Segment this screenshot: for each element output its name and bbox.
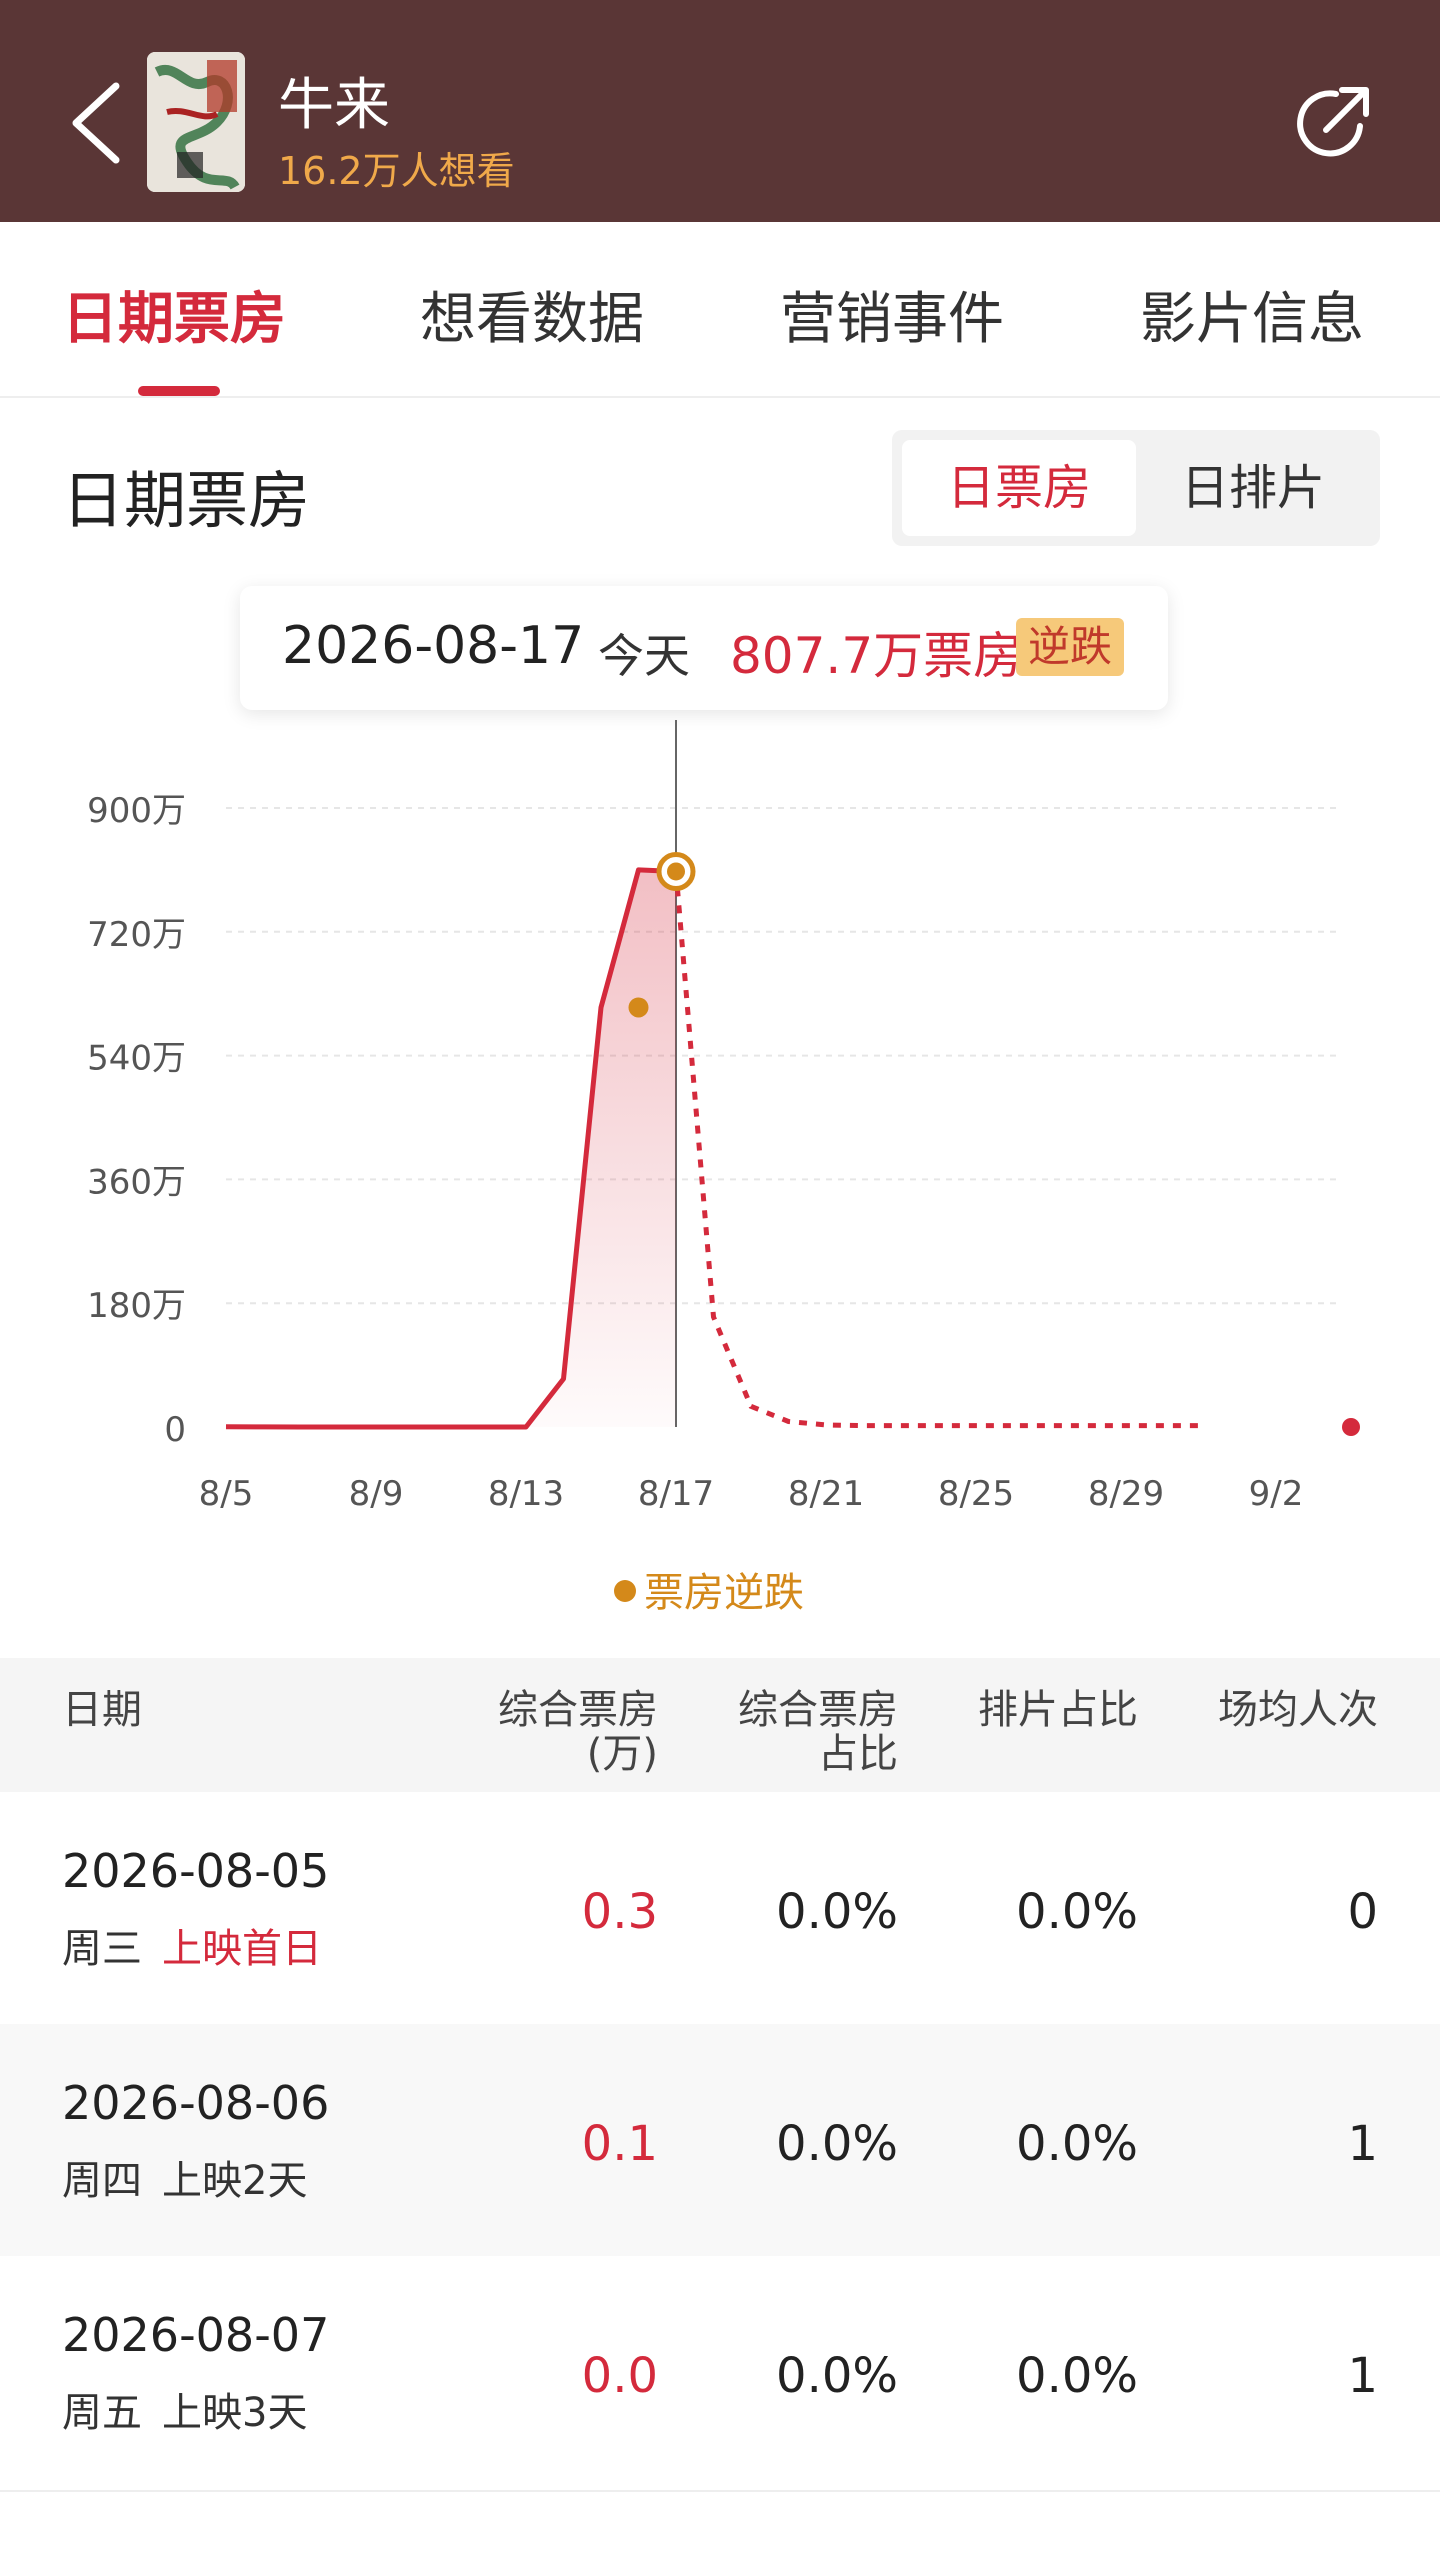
y-tick-label: 720万 [87, 915, 186, 955]
tab-bar: 日期票房 想看数据 营销事件 影片信息 [0, 222, 1440, 398]
x-tick-label: 8/17 [638, 1474, 714, 1514]
tooltip-date: 2026-08-17 [282, 616, 585, 676]
highlight-point [628, 997, 649, 1018]
tab-want-data[interactable]: 想看数据 [420, 274, 644, 355]
row-weekday: 周四 [62, 2158, 142, 2204]
y-tick-label: 900万 [87, 791, 186, 831]
chevron-left-icon[interactable] [62, 78, 132, 168]
row-date: 2026-08-06 [62, 2076, 330, 2130]
row-sub: 周三 上映首日 [62, 1916, 322, 1974]
th-box-office[interactable]: 综合票房 (万) [498, 1688, 658, 1776]
row-sub: 周五 上映3天 [62, 2380, 307, 2438]
tab-active-indicator [138, 386, 220, 396]
x-tick-label: 8/29 [1088, 1474, 1164, 1514]
th-box-office-line1: 综合票房 [498, 1687, 658, 1733]
divider [0, 2490, 1440, 2492]
tooltip-badge: 逆跌 [1016, 618, 1125, 676]
want-count: 16.2万人想看 [278, 149, 515, 193]
row-schedule: 0.0% [1016, 1884, 1138, 1940]
row-box-office: 0.1 [581, 2116, 658, 2172]
tab-film-info[interactable]: 影片信息 [1140, 274, 1364, 355]
table-row[interactable]: 2026-08-07 周五 上映3天 0.0 0.0% 0.0% 1 [0, 2256, 1440, 2488]
chart-legend: 票房逆跌 [614, 1560, 804, 1618]
row-box-office: 0.3 [581, 1884, 658, 1940]
end-point [1342, 1418, 1360, 1436]
th-share[interactable]: 综合票房 占比 [738, 1688, 898, 1776]
x-tick-label: 9/2 [1249, 1474, 1304, 1514]
y-tick-label: 180万 [87, 1286, 186, 1326]
share-icon[interactable] [1290, 82, 1374, 166]
table-header: 日期 综合票房 (万) 综合票房 占比 排片占比 场均人次 [0, 1658, 1440, 1792]
tooltip-today: 今天 [598, 629, 690, 683]
row-share: 0.0% [776, 1884, 898, 1940]
legend-label: 票房逆跌 [644, 1570, 804, 1616]
y-tick-label: 360万 [87, 1162, 186, 1202]
row-avg: 1 [1347, 2116, 1378, 2172]
chart-tooltip: 2026-08-17 今天 807.7万票房 逆跌 [240, 586, 1168, 710]
th-share-line2: 占比 [818, 1731, 898, 1777]
table-row[interactable]: 2026-08-05 周三 上映首日 0.3 0.0% 0.0% 0 [0, 1792, 1440, 2024]
row-share: 0.0% [776, 2348, 898, 2404]
toggle-daily-schedule[interactable]: 日排片 [1136, 440, 1370, 536]
th-schedule[interactable]: 排片占比 [978, 1688, 1138, 1732]
forecast-series-line [673, 871, 1201, 1429]
tooltip-value: 807.7万票房 [730, 627, 1024, 685]
tab-daily-box-office[interactable]: 日期票房 [62, 274, 286, 355]
row-sub: 周四 上映2天 [62, 2148, 307, 2206]
row-date: 2026-08-05 [62, 1844, 330, 1898]
row-schedule: 0.0% [1016, 2116, 1138, 2172]
row-day-label: 上映首日 [162, 1926, 322, 1972]
section-title: 日期票房 [62, 464, 311, 537]
x-tick-label: 8/13 [488, 1474, 564, 1514]
y-tick-label: 540万 [87, 1039, 186, 1079]
row-avg: 1 [1347, 2348, 1378, 2404]
table-row[interactable]: 2026-08-06 周四 上映2天 0.1 0.0% 0.0% 1 [0, 2024, 1440, 2256]
tab-marketing-events[interactable]: 营销事件 [780, 274, 1004, 355]
row-schedule: 0.0% [1016, 2348, 1138, 2404]
movie-title: 牛来 [278, 73, 390, 138]
box-office-chart[interactable]: 900万 720万 540万 360万 180万 0 8/5 8/9 8/13 8/17 8/21 8… [0, 720, 1440, 1620]
y-tick-label: 0 [164, 1410, 186, 1450]
th-date: 日期 [62, 1687, 142, 1733]
header-bar: 牛来 16.2万人想看 [0, 0, 1440, 222]
row-day-label: 上映3天 [162, 2390, 308, 2436]
movie-poster[interactable] [147, 52, 245, 192]
row-day-label: 上映2天 [162, 2158, 308, 2204]
row-share: 0.0% [776, 2116, 898, 2172]
th-avg[interactable]: 场均人次 [1218, 1688, 1378, 1732]
actual-area [226, 869, 676, 1427]
x-tick-label: 8/21 [788, 1474, 864, 1514]
th-box-office-line2: (万) [586, 1731, 658, 1777]
row-weekday: 周三 [62, 1926, 142, 1972]
x-tick-label: 8/25 [938, 1474, 1014, 1514]
toggle-daily-box-office[interactable]: 日票房 [902, 440, 1136, 536]
x-tick-label: 8/9 [349, 1474, 404, 1514]
x-tick-label: 8/5 [199, 1474, 254, 1514]
highlight-point [667, 862, 685, 881]
row-avg: 0 [1347, 1884, 1378, 1940]
row-date: 2026-08-07 [62, 2308, 330, 2362]
legend-dot-icon [614, 1580, 636, 1602]
view-toggle: 日票房 日排片 [892, 430, 1380, 546]
row-box-office: 0.0 [581, 2348, 658, 2404]
row-weekday: 周五 [62, 2390, 142, 2436]
th-share-line1: 综合票房 [738, 1687, 898, 1733]
